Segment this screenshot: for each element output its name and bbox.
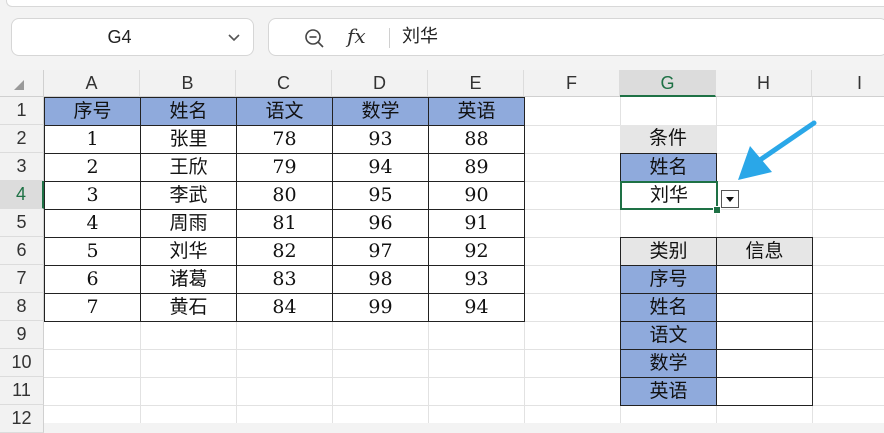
row-header-5[interactable]: 5	[0, 209, 44, 237]
info-label-cell[interactable]: 序号	[620, 265, 717, 294]
table-cell[interactable]: 诸葛	[140, 265, 237, 294]
info-value-cell[interactable]	[716, 377, 813, 406]
window-top-strip	[0, 0, 884, 10]
name-box-value[interactable]: G4	[12, 19, 227, 57]
table-header-cell[interactable]: 数学	[332, 97, 429, 126]
info-value-cell[interactable]	[716, 265, 813, 294]
column-header-h[interactable]: H	[716, 70, 812, 97]
info-label-cell[interactable]: 数学	[620, 349, 717, 378]
column-header-c[interactable]: C	[236, 70, 332, 97]
row-header-3[interactable]: 3	[0, 153, 44, 181]
formula-value[interactable]: 刘华	[402, 19, 438, 55]
table-cell[interactable]: 82	[236, 237, 333, 266]
info-value-cell[interactable]	[716, 321, 813, 350]
fill-handle[interactable]	[713, 206, 721, 214]
column-header-a[interactable]: A	[44, 70, 140, 97]
formula-separator	[389, 28, 390, 48]
info-header-right[interactable]: 信息	[716, 237, 813, 266]
table-cell[interactable]: 88	[428, 125, 525, 154]
formula-input-area[interactable]: fx 刘华	[268, 18, 884, 56]
table-cell[interactable]: 96	[332, 209, 429, 238]
table-cell[interactable]: 5	[44, 237, 141, 266]
table-cell[interactable]: 79	[236, 153, 333, 182]
column-header-b[interactable]: B	[140, 70, 236, 97]
row-header-9[interactable]: 9	[0, 321, 44, 349]
condition-title[interactable]: 条件	[620, 125, 716, 153]
name-box[interactable]: G4	[11, 18, 254, 56]
table-cell[interactable]: 4	[44, 209, 141, 238]
table-cell[interactable]: 3	[44, 181, 141, 210]
function-icon[interactable]: fx	[347, 24, 366, 48]
table-cell[interactable]: 刘华	[140, 237, 237, 266]
table-cell[interactable]: 93	[332, 125, 429, 154]
table-cell[interactable]: 95	[332, 181, 429, 210]
table-cell[interactable]: 黄石	[140, 293, 237, 322]
row-header-4[interactable]: 4	[0, 181, 44, 209]
row-header-7[interactable]: 7	[0, 265, 44, 293]
table-cell[interactable]: 94	[428, 293, 525, 322]
table-cell[interactable]: 83	[236, 265, 333, 294]
condition-value-cell[interactable]: 刘华	[620, 181, 718, 210]
row-header-10[interactable]: 10	[0, 349, 44, 377]
info-label-cell[interactable]: 姓名	[620, 293, 717, 322]
formula-bar: G4 fx 刘华	[0, 14, 884, 64]
table-cell[interactable]: 94	[332, 153, 429, 182]
row-header-2[interactable]: 2	[0, 125, 44, 153]
table-cell[interactable]: 2	[44, 153, 141, 182]
table-cell[interactable]: 周雨	[140, 209, 237, 238]
table-cell[interactable]: 97	[332, 237, 429, 266]
table-cell[interactable]: 84	[236, 293, 333, 322]
row-header-12[interactable]: 12	[0, 405, 44, 433]
table-cell[interactable]: 92	[428, 237, 525, 266]
table-cell[interactable]: 81	[236, 209, 333, 238]
table-header-cell[interactable]: 英语	[428, 97, 525, 126]
table-cell[interactable]: 1	[44, 125, 141, 154]
row-header-6[interactable]: 6	[0, 237, 44, 265]
table-header-cell[interactable]: 姓名	[140, 97, 237, 126]
row-header-8[interactable]: 8	[0, 293, 44, 321]
info-value-cell[interactable]	[716, 293, 813, 322]
table-cell[interactable]: 78	[236, 125, 333, 154]
chevron-down-icon[interactable]	[225, 28, 243, 46]
column-header-d[interactable]: D	[332, 70, 428, 97]
table-cell[interactable]: 93	[428, 265, 525, 294]
column-header-g[interactable]: G	[620, 70, 716, 97]
select-all-corner[interactable]	[0, 70, 44, 97]
pointer-arrow-icon	[738, 120, 817, 180]
table-cell[interactable]: 91	[428, 209, 525, 238]
table-cell[interactable]: 80	[236, 181, 333, 210]
table-cell[interactable]: 90	[428, 181, 525, 210]
row-header-1[interactable]: 1	[0, 97, 44, 125]
column-header-f[interactable]: F	[524, 70, 620, 97]
zoom-icon[interactable]	[303, 27, 325, 49]
info-header-left[interactable]: 类别	[620, 237, 717, 266]
condition-label[interactable]: 姓名	[620, 153, 717, 182]
info-label-cell[interactable]: 英语	[620, 377, 717, 406]
table-cell[interactable]: 6	[44, 265, 141, 294]
table-cell[interactable]: 李武	[140, 181, 237, 210]
table-cell[interactable]: 89	[428, 153, 525, 182]
table-cell[interactable]: 张里	[140, 125, 237, 154]
row-header-11[interactable]: 11	[0, 377, 44, 405]
table-cell[interactable]: 98	[332, 265, 429, 294]
table-cell[interactable]: 王欣	[140, 153, 237, 182]
table-cell[interactable]: 7	[44, 293, 141, 322]
dropdown-arrow-icon[interactable]	[721, 190, 739, 208]
info-value-cell[interactable]	[716, 349, 813, 378]
column-header-e[interactable]: E	[428, 70, 524, 97]
table-header-cell[interactable]: 语文	[236, 97, 333, 126]
column-header-i[interactable]: I	[812, 70, 884, 97]
table-cell[interactable]: 99	[332, 293, 429, 322]
info-label-cell[interactable]: 语文	[620, 321, 717, 350]
table-header-cell[interactable]: 序号	[44, 97, 141, 126]
